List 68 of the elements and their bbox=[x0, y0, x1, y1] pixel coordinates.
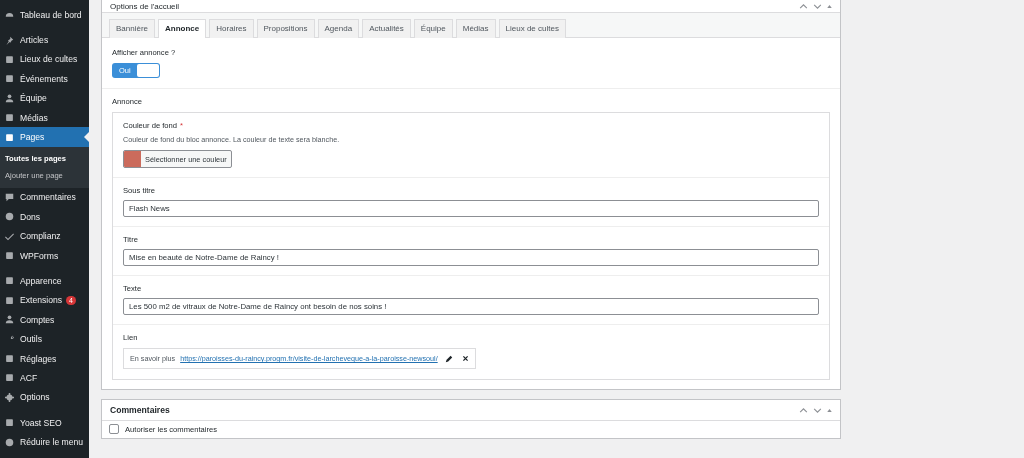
menu-label: Pages bbox=[20, 132, 45, 143]
menu-label: Dons bbox=[20, 211, 41, 222]
tab[interactable]: Annonce bbox=[158, 19, 207, 38]
chevron-up-icon[interactable] bbox=[799, 3, 808, 9]
sidebar-item[interactable]: Équipe bbox=[0, 88, 89, 108]
tab[interactable]: Horaires bbox=[209, 19, 254, 38]
menu-label: Comptes bbox=[20, 314, 55, 325]
tab[interactable]: Lieux de cultes bbox=[498, 19, 566, 38]
sidebar-item[interactable]: Apparence bbox=[0, 271, 89, 291]
current-pointer-icon bbox=[84, 132, 89, 143]
sidebar-item[interactable]: Tableau de bord bbox=[0, 5, 89, 25]
sidebar-item[interactable]: Outils bbox=[0, 329, 89, 349]
menu-label: Complianz bbox=[20, 231, 61, 242]
menu-label: Réglages bbox=[20, 353, 57, 364]
tab[interactable]: Bannière bbox=[109, 19, 156, 38]
chevron-down-icon[interactable] bbox=[813, 407, 822, 413]
panel-title: Commentaires bbox=[110, 405, 170, 415]
sidebar-item[interactable]: Médias bbox=[0, 107, 89, 128]
tab[interactable]: Actualités bbox=[362, 19, 411, 38]
sidebar-item[interactable]: Événements bbox=[0, 69, 89, 89]
user-icon bbox=[5, 315, 14, 325]
sidebar-item[interactable]: Comptes bbox=[0, 310, 89, 330]
sidebar-item[interactable]: ACF bbox=[0, 368, 89, 388]
sidebar-item[interactable]: Lieux de cultes bbox=[0, 49, 89, 70]
sidebar-item[interactable]: Pages bbox=[0, 127, 89, 147]
tab[interactable]: Agenda bbox=[317, 19, 360, 38]
menu-label: Apparence bbox=[20, 276, 62, 286]
triangle-up-icon[interactable] bbox=[827, 408, 832, 412]
triangle-up-icon[interactable] bbox=[827, 4, 832, 8]
tab[interactable]: Médias bbox=[455, 19, 496, 38]
person-icon bbox=[5, 93, 14, 103]
circle-icon bbox=[5, 212, 14, 222]
menu-label: Médias bbox=[20, 112, 48, 123]
sidebar-item[interactable]: Yoast SEO bbox=[0, 413, 89, 433]
sidebar-item[interactable]: Dons bbox=[0, 207, 89, 227]
sidebar-item[interactable]: Articles bbox=[0, 30, 89, 50]
menu-label: ACF bbox=[20, 372, 38, 383]
gear-icon bbox=[5, 392, 14, 402]
tab[interactable]: Équipe bbox=[413, 19, 453, 38]
sidebar-item[interactable]: WPForms bbox=[0, 245, 89, 266]
sidebar-item[interactable]: Réduire le menu bbox=[0, 432, 89, 452]
menu-label: Commentaires bbox=[20, 192, 76, 203]
gauge-icon bbox=[5, 10, 14, 20]
pencil-icon[interactable] bbox=[444, 354, 453, 363]
close-icon[interactable] bbox=[461, 355, 469, 362]
check-icon bbox=[5, 231, 14, 241]
menu-label: Réduire le menu bbox=[20, 437, 84, 448]
sidebar-item[interactable]: Commentaires bbox=[0, 187, 89, 208]
sidebar-item[interactable]: Réglages bbox=[0, 348, 89, 369]
menu-label: Événements bbox=[20, 73, 68, 84]
checkbox[interactable] bbox=[109, 424, 119, 434]
tab[interactable]: Propositions bbox=[256, 19, 315, 38]
menu-label: Extensions bbox=[20, 295, 63, 306]
menu-label: Yoast SEO bbox=[20, 417, 62, 428]
menu-label: Outils bbox=[20, 334, 42, 345]
sidebar-item[interactable]: Options bbox=[0, 387, 89, 408]
menu-label: Tableau de bord bbox=[20, 9, 82, 20]
chevron-up-icon[interactable] bbox=[799, 407, 808, 413]
chevron-down-icon[interactable] bbox=[813, 3, 822, 9]
pin-icon bbox=[5, 35, 14, 45]
menu-label: Équipe bbox=[20, 93, 47, 104]
menu-label: Lieux de cultes bbox=[20, 54, 78, 65]
menu-label: Options bbox=[20, 392, 50, 403]
menu-label: WPForms bbox=[20, 250, 59, 261]
bubble-icon bbox=[5, 192, 14, 202]
menu-label: Articles bbox=[20, 35, 49, 46]
sidebar-item[interactable]: Complianz bbox=[0, 226, 89, 246]
panel-title: Options de l'accueil bbox=[110, 1, 180, 11]
